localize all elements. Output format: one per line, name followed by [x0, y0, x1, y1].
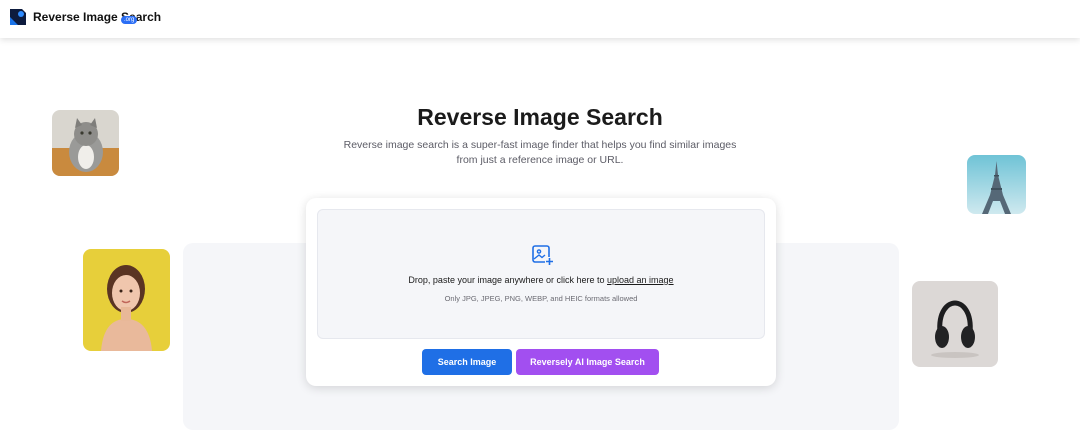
logo-icon	[10, 9, 26, 25]
site-logo[interactable]: Reverse Image Search	[8, 7, 161, 27]
allowed-formats-text: Only JPG, JPEG, PNG, WEBP, and HEIC form…	[444, 294, 638, 303]
dropzone-text: Drop, paste your image anywhere or click…	[408, 275, 608, 285]
upload-image-link[interactable]: upload an image	[607, 275, 674, 285]
example-image-woman[interactable]	[83, 249, 170, 351]
ai-image-search-button[interactable]: Reversely AI Image Search	[516, 349, 659, 375]
page-subtitle: Reverse image search is a super-fast ima…	[343, 139, 737, 166]
upload-dropzone[interactable]: Drop, paste your image anywhere or click…	[317, 209, 765, 339]
image-add-icon	[532, 245, 554, 266]
logo-text: Reverse Image Search	[33, 10, 162, 24]
dropzone-instructions: Drop, paste your image anywhere or click…	[318, 275, 764, 285]
upload-card: Drop, paste your image anywhere or click…	[306, 198, 776, 386]
logo-badge: .org	[121, 16, 138, 24]
example-image-headphones[interactable]	[912, 281, 998, 367]
search-image-button[interactable]: Search Image	[422, 349, 512, 375]
example-image-cat[interactable]	[52, 110, 119, 176]
page-title: Reverse Image Search	[417, 104, 663, 130]
top-header: Reverse Image Search .org	[0, 0, 1080, 38]
example-image-eiffel-tower[interactable]	[967, 155, 1026, 214]
